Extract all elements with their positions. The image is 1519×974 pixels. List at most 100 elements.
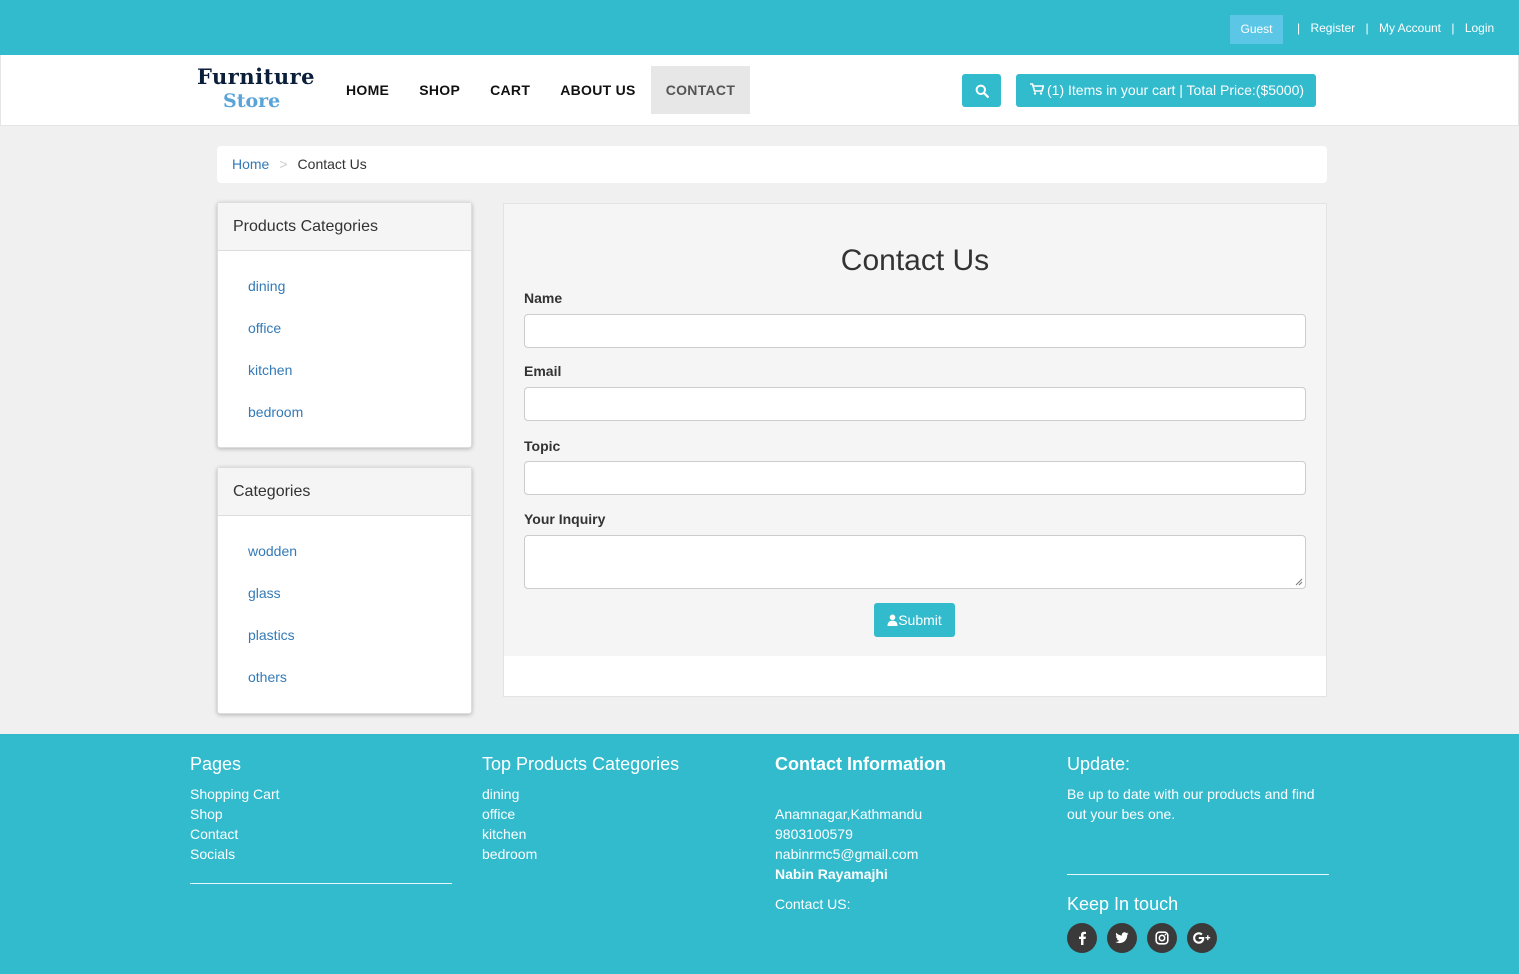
category-link-others[interactable]: others [248, 669, 287, 685]
footer-link-shop[interactable]: Shop [190, 804, 452, 824]
footer-update: Update: Be up to date with our products … [1067, 734, 1329, 824]
separator: | [1297, 21, 1301, 35]
breadcrumb-home-link[interactable]: Home [232, 156, 269, 172]
resize-handle-icon[interactable] [1295, 578, 1303, 586]
breadcrumb-separator: > [279, 156, 288, 172]
contact-form-container: Contact Us Name Email Topic Your Inquiry… [503, 203, 1327, 697]
list-item: plastics [248, 614, 471, 656]
site-footer: Pages Shopping Cart Shop Contact Socials… [0, 734, 1519, 974]
inquiry-textarea[interactable] [524, 535, 1306, 589]
footer-link-kitchen[interactable]: kitchen [482, 824, 744, 844]
contact-form: Contact Us Name Email Topic Your Inquiry… [504, 204, 1326, 656]
category-link-bedroom[interactable]: bedroom [248, 404, 303, 420]
footer-link-dining[interactable]: dining [482, 784, 744, 804]
category-link-glass[interactable]: glass [248, 585, 281, 601]
name-field[interactable] [524, 314, 1306, 348]
main-nav: HOME SHOP CART ABOUT US CONTACT [331, 66, 751, 114]
keep-in-touch-heading: Keep In touch [1067, 894, 1179, 914]
email-label: Email [524, 363, 562, 379]
list-item: others [248, 656, 471, 698]
main-header: Furniture Store HOME SHOP CART ABOUT US … [0, 55, 1519, 126]
topic-label: Topic [524, 438, 561, 454]
my-account-link[interactable]: My Account [1379, 21, 1441, 35]
breadcrumb: Home > Contact Us [217, 146, 1327, 183]
divider [1067, 874, 1329, 875]
list-item: kitchen [248, 349, 471, 391]
account-links: | Register | My Account | Login [1290, 21, 1494, 35]
nav-home[interactable]: HOME [331, 66, 404, 114]
category-link-wodden[interactable]: wodden [248, 543, 297, 559]
login-link[interactable]: Login [1465, 21, 1494, 35]
category-link-dining[interactable]: dining [248, 278, 285, 294]
list-item: office [248, 307, 471, 349]
social-links [1067, 923, 1217, 953]
register-link[interactable]: Register [1310, 21, 1355, 35]
contact-phone: 9803100579 [775, 826, 853, 842]
footer-link-socials[interactable]: Socials [190, 844, 452, 864]
submit-button[interactable]: Submit [874, 603, 955, 637]
name-label: Name [524, 290, 563, 306]
search-button[interactable] [962, 74, 1001, 107]
divider [190, 883, 452, 884]
categories-panel: Categories wodden glass plastics others [217, 467, 472, 714]
category-link-kitchen[interactable]: kitchen [248, 362, 292, 378]
footer-link-office[interactable]: office [482, 804, 744, 824]
panel-title: Products Categories [218, 203, 471, 251]
contact-details: Anamnagar,Kathmandu 9803100579 nabinrmc5… [775, 804, 1037, 914]
nav-cart[interactable]: CART [475, 66, 545, 114]
category-link-plastics[interactable]: plastics [248, 627, 295, 643]
footer-list: Shopping Cart Shop Contact Socials [190, 784, 452, 864]
shopping-cart-icon [1030, 83, 1044, 95]
facebook-icon [1079, 931, 1086, 945]
footer-contact-info: Contact Information Anamnagar,Kathmandu … [775, 734, 1037, 914]
separator: | [1451, 21, 1455, 35]
list-item: wodden [248, 530, 471, 572]
footer-heading: Contact Information [775, 754, 946, 774]
panel-title: Categories [218, 468, 471, 516]
contact-name: Nabin Rayamajhi [775, 866, 888, 882]
footer-heading: Update: [1067, 754, 1131, 774]
twitter-link[interactable] [1107, 923, 1137, 953]
footer-heading: Pages [190, 754, 242, 774]
nav-about-us[interactable]: ABOUT US [545, 66, 651, 114]
instagram-icon [1155, 931, 1169, 945]
contact-us-label: Contact US: [775, 896, 851, 912]
category-link-office[interactable]: office [248, 320, 281, 336]
logo-line1: Furniture [197, 64, 316, 89]
products-categories-panel: Products Categories dining office kitche… [217, 202, 472, 448]
footer-top-categories: Top Products Categories dining office ki… [482, 734, 744, 864]
nav-shop[interactable]: SHOP [404, 66, 475, 114]
list-item: glass [248, 572, 471, 614]
footer-heading: Top Products Categories [482, 754, 680, 774]
footer-link-bedroom[interactable]: bedroom [482, 844, 744, 864]
top-bar: Guest | Register | My Account | Login [0, 0, 1519, 55]
facebook-link[interactable] [1067, 923, 1097, 953]
topic-field[interactable] [524, 461, 1306, 495]
list-item: dining [248, 265, 471, 307]
list-item: bedroom [248, 391, 471, 433]
guest-badge: Guest [1230, 15, 1283, 44]
twitter-icon [1115, 932, 1129, 944]
update-text: Be up to date with our products and find… [1067, 786, 1315, 822]
page-title: Contact Us [840, 244, 990, 277]
footer-pages: Pages Shopping Cart Shop Contact Socials [190, 734, 452, 864]
nav-contact[interactable]: CONTACT [650, 66, 751, 114]
separator: | [1365, 21, 1369, 35]
google-plus-icon [1193, 932, 1211, 944]
category-list: wodden glass plastics others [218, 516, 471, 698]
user-icon [887, 614, 898, 626]
cart-summary-label: (1) Items in your cart | Total Price:($5… [1047, 82, 1305, 98]
contact-address: Anamnagar,Kathmandu [775, 806, 923, 822]
footer-link-contact[interactable]: Contact [190, 824, 452, 844]
footer-link-shopping-cart[interactable]: Shopping Cart [190, 784, 452, 804]
store-logo[interactable]: Furniture Store [197, 66, 317, 116]
inquiry-label: Your Inquiry [524, 511, 606, 527]
google-plus-link[interactable] [1187, 923, 1217, 953]
cart-summary-button[interactable]: (1) Items in your cart | Total Price:($5… [1016, 74, 1316, 107]
footer-list: dining office kitchen bedroom [482, 784, 744, 864]
instagram-link[interactable] [1147, 923, 1177, 953]
email-field[interactable] [524, 387, 1306, 421]
search-icon [975, 84, 989, 98]
category-list: dining office kitchen bedroom [218, 251, 471, 433]
contact-email[interactable]: nabinrmc5@gmail.com [775, 844, 1037, 864]
